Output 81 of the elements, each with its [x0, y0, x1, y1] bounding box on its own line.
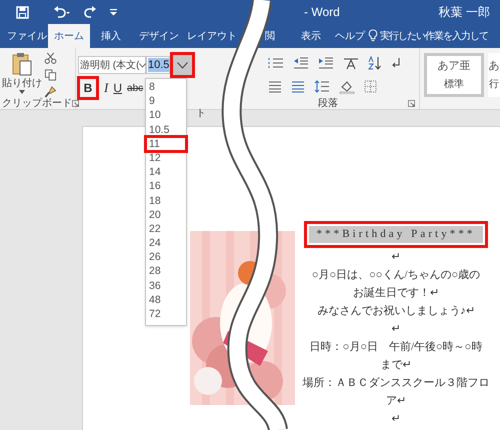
document-line: お誕生日です！↵	[353, 286, 439, 301]
tab[interactable]: 閲	[264, 24, 276, 48]
font-size-field[interactable]: 10.5	[146, 56, 170, 74]
brush-icon[interactable]	[44, 86, 57, 98]
font-size-option[interactable]: 14	[146, 165, 186, 180]
font-size-option[interactable]: 22	[146, 222, 186, 236]
font-size-option[interactable]: 11	[146, 136, 186, 151]
format-button[interactable]: abc	[126, 79, 144, 97]
document-line: ア↵	[386, 394, 406, 409]
font-size-option[interactable]: 16	[146, 179, 186, 194]
document-line: ↵	[392, 250, 400, 265]
tell-me-field[interactable]: 実行したい作業を入力して	[380, 29, 492, 44]
sort-icon[interactable]	[368, 56, 382, 70]
style-name: 標準	[444, 78, 464, 92]
undo-icon[interactable]	[53, 6, 71, 18]
font-size-option[interactable]: 36	[146, 278, 186, 293]
format-button[interactable]: I	[103, 79, 110, 97]
font-size-option[interactable]: 20	[146, 208, 186, 222]
tab[interactable]: レイアウト	[186, 24, 238, 48]
font-size-option[interactable]: 26	[146, 250, 186, 264]
document-line: ↵	[392, 322, 400, 337]
paragraph-mark-icon[interactable]	[391, 57, 401, 70]
format-button[interactable]: U	[112, 79, 124, 97]
document-line: 日時：○月○日 午前/午後○時～○時	[310, 340, 482, 355]
font-size-option[interactable]: 12	[146, 150, 186, 166]
document-line: ↵	[392, 412, 400, 427]
line-spacing-icon[interactable]	[314, 80, 330, 94]
document-line: 場所：ＡＢＣダンススクール３階フロ	[302, 376, 490, 391]
font-size-option[interactable]: 18	[146, 194, 186, 208]
font-name-field[interactable]: 游明朝 (本文(	[78, 56, 146, 74]
customize-icon[interactable]	[109, 8, 118, 16]
distributed-icon[interactable]	[291, 80, 305, 93]
decrease-indent-icon[interactable]	[293, 57, 309, 70]
font-size-option[interactable]: 10.5	[146, 122, 186, 137]
format-button[interactable]: B	[80, 79, 96, 97]
caret-icon	[139, 62, 146, 68]
user-name[interactable]: 秋葉 一郎	[438, 3, 490, 21]
tab[interactable]: デザイン	[138, 24, 180, 48]
tab[interactable]: ヘルプ	[334, 24, 366, 48]
character-spacing-icon[interactable]	[343, 56, 359, 70]
font-size-option[interactable]: 9	[146, 94, 186, 108]
style-name: 行	[489, 78, 499, 92]
font-size-option[interactable]: 24	[146, 236, 186, 250]
paste-button[interactable]: 貼り付け	[0, 48, 44, 98]
style-preview: あア亜	[438, 58, 470, 74]
copy-icon[interactable]	[44, 69, 57, 81]
increase-indent-icon[interactable]	[318, 57, 334, 70]
group-label: 段落	[318, 96, 338, 111]
tab[interactable]: ファイル	[6, 24, 48, 48]
numbered-list-icon[interactable]	[268, 57, 284, 70]
heading-text: ***Birthday Party***	[304, 221, 488, 248]
tab[interactable]: 表示	[300, 24, 322, 48]
tab[interactable]: 挿入	[100, 24, 122, 48]
font-size-option[interactable]: 8	[146, 80, 186, 94]
font-size-option[interactable]: 48	[146, 292, 186, 307]
borders-icon[interactable]	[364, 80, 377, 94]
caret-icon[interactable]	[19, 90, 25, 94]
document-line: ○月○日は、○○くん/ちゃんの○歳の	[312, 268, 480, 283]
style-gallery-item[interactable]: あア亜 標準	[424, 53, 484, 97]
group-label: ト	[196, 107, 206, 117]
justify-icon[interactable]	[268, 80, 282, 93]
font-size-dropdown-button[interactable]	[173, 55, 192, 75]
document-line: まで↵	[380, 358, 412, 373]
tab[interactable]: ホーム	[48, 24, 90, 48]
redo-icon[interactable]	[83, 6, 97, 18]
launcher-icon[interactable]	[408, 100, 415, 107]
font-size-option[interactable]: 10	[146, 108, 186, 123]
lightbulb-icon[interactable]	[368, 29, 378, 42]
group-label: クリップボード	[2, 96, 72, 111]
shading-icon[interactable]	[339, 80, 355, 94]
save-icon[interactable]	[16, 6, 29, 18]
document-line: みなさんでお祝いしましょう♪↵	[317, 304, 475, 319]
caret-icon	[177, 62, 188, 68]
style-preview: あ	[488, 58, 500, 74]
clipboard-icon	[11, 52, 33, 76]
window-title: - Word	[304, 4, 340, 21]
launcher-icon[interactable]	[72, 100, 79, 107]
scissors-icon[interactable]	[44, 52, 57, 64]
font-size-option[interactable]: 72	[146, 307, 186, 322]
font-size-option[interactable]: 28	[146, 264, 186, 279]
style-gallery-item[interactable]: あ 行	[488, 53, 500, 97]
